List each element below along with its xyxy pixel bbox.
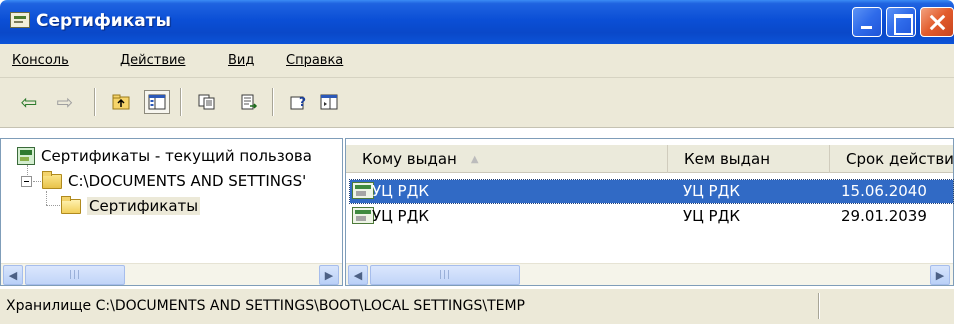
certificates-snapin-icon: [17, 147, 35, 165]
certificate-icon: [352, 182, 374, 199]
cell-issued-to: УЦ РДК: [372, 207, 429, 225]
menu-view[interactable]: Вид: [228, 53, 254, 68]
svg-text:?: ?: [299, 95, 306, 109]
status-text: Хранилище C:\DOCUMENTS AND SETTINGS\BOOT…: [6, 298, 525, 314]
copy-button[interactable]: [194, 90, 220, 114]
help-button[interactable]: ?: [286, 90, 312, 114]
scrollbar-thumb[interactable]: |||: [25, 265, 125, 285]
scrollbar-thumb[interactable]: |||: [370, 265, 520, 285]
toolbar-separator: [94, 88, 96, 116]
certificate-list-pane[interactable]: Кому выдан ▲ Кем выдан Срок действи УЦ Р…: [345, 138, 954, 286]
close-button[interactable]: [920, 7, 954, 37]
console-tree-icon: [148, 94, 166, 110]
tree-connector: [46, 191, 47, 205]
menu-console[interactable]: Консоль: [12, 53, 69, 68]
column-header-label: Кем выдан: [684, 150, 771, 168]
tree-connector: [33, 181, 41, 182]
status-bar: Хранилище C:\DOCUMENTS AND SETTINGS\BOOT…: [0, 288, 954, 324]
cell-expires: 29.01.2039: [841, 207, 927, 225]
open-folder-icon: [61, 195, 81, 214]
forward-button[interactable]: ⇨: [52, 90, 78, 114]
certificates-app-icon[interactable]: [10, 12, 30, 28]
title-bar[interactable]: Сертификаты: [0, 0, 954, 44]
action-pane-icon: [320, 94, 338, 110]
help-icon: ?: [290, 95, 306, 110]
back-arrow-icon: ⇦: [20, 90, 38, 114]
list-horizontal-scrollbar[interactable]: ◀ ||| ▶: [346, 263, 953, 285]
cell-issued-to: УЦ РДК: [372, 182, 429, 200]
column-header-issued-to[interactable]: Кому выдан ▲: [346, 145, 668, 173]
tree-store-label: C:\DOCUMENTS AND SETTINGS': [68, 172, 307, 190]
sort-ascending-icon: ▲: [470, 153, 479, 165]
window-title: Сертификаты: [36, 11, 171, 31]
toolbar-separator: [180, 88, 182, 116]
up-one-level-button[interactable]: [108, 90, 134, 114]
certificate-icon: [352, 207, 374, 224]
forward-arrow-icon: ⇨: [56, 90, 74, 114]
toolbar: ⇦ ⇨ ?: [0, 78, 954, 128]
menu-action[interactable]: Действие: [120, 53, 185, 68]
tree-root-label: Сертификаты - текущий пользова: [41, 147, 312, 165]
tree-store-node[interactable]: C:\DOCUMENTS AND SETTINGS': [21, 170, 339, 192]
column-header-issued-by[interactable]: Кем выдан: [668, 145, 830, 173]
column-header-expiration[interactable]: Срок действи: [830, 145, 953, 173]
column-header-label: Срок действи: [846, 150, 953, 168]
show-hide-action-pane-button[interactable]: [316, 90, 342, 114]
cell-expires: 15.06.2040: [841, 182, 927, 200]
table-row[interactable]: УЦ РДК УЦ РДК 15.06.2040: [349, 179, 954, 204]
cell-issued-by: УЦ РДК: [683, 207, 740, 225]
tree-certificates-node[interactable]: Сертификаты: [61, 195, 261, 217]
scroll-left-arrow-icon[interactable]: ◀: [348, 265, 368, 285]
back-button[interactable]: ⇦: [16, 90, 42, 114]
show-hide-tree-button[interactable]: [144, 90, 170, 114]
cell-issued-by: УЦ РДК: [683, 182, 740, 200]
table-row[interactable]: УЦ РДК УЦ РДК 29.01.2039: [350, 205, 953, 228]
scroll-left-arrow-icon[interactable]: ◀: [3, 265, 23, 285]
toolbar-separator: [272, 88, 274, 116]
collapse-icon[interactable]: [21, 175, 32, 187]
menu-help[interactable]: Справка: [286, 53, 343, 68]
maximize-button[interactable]: [886, 7, 916, 37]
export-list-button[interactable]: [236, 90, 262, 114]
column-header-label: Кому выдан: [362, 150, 457, 168]
list-header: Кому выдан ▲ Кем выдан Срок действи: [346, 145, 953, 173]
copy-icon: [198, 94, 215, 110]
folder-icon: [42, 170, 62, 189]
tree-connector: [46, 205, 60, 206]
folder-up-icon: [112, 94, 130, 110]
tree-horizontal-scrollbar[interactable]: ◀ ||| ▶: [1, 263, 342, 285]
status-divider: [818, 293, 820, 319]
minimize-button[interactable]: [852, 7, 882, 37]
console-tree-pane[interactable]: Сертификаты - текущий пользова C:\DOCUME…: [0, 138, 343, 286]
tree-certificates-label: Сертификаты: [87, 197, 201, 215]
export-list-icon: [241, 94, 258, 110]
scroll-right-arrow-icon[interactable]: ▶: [930, 265, 950, 285]
tree-root-node[interactable]: Сертификаты - текущий пользова: [17, 145, 339, 167]
scroll-right-arrow-icon[interactable]: ▶: [319, 265, 339, 285]
menu-bar: Консоль Действие Вид Справка: [0, 44, 954, 78]
